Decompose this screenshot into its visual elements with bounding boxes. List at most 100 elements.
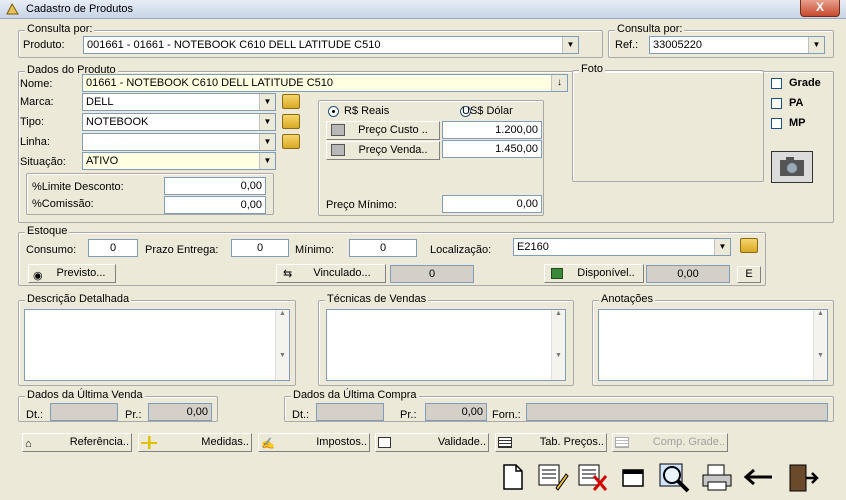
referencia-label: Referência.. (69, 436, 129, 448)
grade-label: Grade (789, 77, 821, 89)
e-button[interactable]: E (737, 266, 761, 283)
chevron-down-icon[interactable]: ▼ (259, 94, 275, 110)
anotacoes-scrollbar[interactable]: ▲ ▼ (813, 310, 827, 380)
chevron-down-icon[interactable]: ▼ (259, 153, 275, 169)
arrow-down-icon[interactable]: ↓ (551, 75, 567, 91)
marca-folder-icon[interactable] (282, 94, 300, 109)
prazo-input[interactable]: 0 (231, 239, 289, 257)
validade-button[interactable]: Validade.. (375, 433, 489, 452)
venda-pr-label: Pr.: (125, 409, 142, 421)
title-bar: Cadastro de Produtos X (0, 0, 846, 19)
previsto-button[interactable]: ◉ Previsto... (28, 264, 116, 283)
chevron-down-icon[interactable]: ▼ (714, 239, 730, 255)
medidas-button[interactable]: Medidas.. (138, 433, 252, 452)
compra-pr-value: 0,00 (425, 403, 487, 421)
produto-select-value: 001661 - 01661 - NOTEBOOK C610 DELL LATI… (87, 39, 381, 51)
ref-group: Consulta por: Ref.: 33005220 ▼ (608, 23, 834, 58)
referencia-button[interactable]: ⌂ Referência.. (22, 433, 132, 452)
medidas-label: Medidas.. (201, 436, 249, 448)
tipo-select-value: NOTEBOOK (86, 116, 149, 128)
anotacoes-textarea[interactable]: ▲ ▼ (598, 309, 828, 381)
calculator-icon (331, 144, 345, 156)
search-icon[interactable] (658, 462, 692, 494)
enter-arrow-icon[interactable] (742, 466, 776, 488)
comp-grade-label: Comp. Grade.. (652, 436, 725, 448)
comissao-input[interactable]: 0,00 (164, 196, 266, 214)
vinculado-label: Vinculado... (313, 267, 371, 279)
dolar-label: US$ Dólar (462, 105, 513, 117)
limite-input[interactable]: 0,00 (164, 177, 266, 195)
anotacoes-label: Anotações (599, 293, 655, 305)
close-button[interactable]: X (800, 0, 840, 17)
calendar-icon (378, 437, 391, 448)
linha-folder-icon[interactable] (282, 134, 300, 149)
nome-input[interactable]: 01661 - NOTEBOOK C610 DELL LATITUDE C510… (82, 74, 568, 92)
marca-label: Marca: (20, 96, 54, 108)
consumo-label: Consumo: (26, 244, 77, 256)
preco-minimo-input[interactable]: 0,00 (442, 195, 542, 213)
reais-radio[interactable] (328, 106, 339, 117)
vinculado-button[interactable]: ⇆ Vinculado... (276, 264, 386, 283)
venda-dt-label: Dt.: (26, 409, 44, 421)
preco-custo-button[interactable]: Preço Custo .. (326, 121, 440, 140)
camera-button[interactable] (771, 151, 813, 183)
produto-select[interactable]: 001661 - 01661 - NOTEBOOK C610 DELL LATI… (83, 36, 579, 54)
window-icon[interactable] (620, 464, 648, 490)
preco-venda-input[interactable]: 1.450,00 (442, 140, 542, 158)
estoque-minimo-input[interactable]: 0 (349, 239, 417, 257)
ref-select[interactable]: 33005220 ▼ (649, 36, 825, 54)
grade-checkbox[interactable] (771, 78, 782, 89)
limite-label: %Limite Desconto: (32, 181, 124, 193)
tab-precos-button[interactable]: Tab. Preços.. (495, 433, 607, 452)
new-document-icon[interactable] (500, 462, 526, 492)
preco-custo-input[interactable]: 1.200,00 (442, 121, 542, 139)
preco-custo-label: Preço Custo .. (358, 124, 428, 136)
mp-checkbox[interactable] (771, 118, 782, 129)
consulta-group-label: Consulta por: (25, 23, 95, 35)
chevron-down-icon[interactable]: ▼ (808, 37, 824, 53)
tecnicas-scrollbar[interactable]: ▲ ▼ (551, 310, 565, 380)
chevron-down-icon[interactable]: ▼ (562, 37, 578, 53)
tecnicas-textarea[interactable]: ▲ ▼ (326, 309, 566, 381)
forn-value (526, 403, 828, 421)
printer-icon[interactable] (700, 462, 734, 492)
impostos-button[interactable]: ✍ Impostos.. (258, 433, 370, 452)
consumo-input[interactable]: 0 (88, 239, 138, 257)
preco-venda-label: Preço Venda.. (358, 144, 428, 156)
forn-label: Forn.: (492, 409, 521, 421)
app-icon (6, 3, 19, 15)
descricao-textarea[interactable]: ▲ ▼ (24, 309, 290, 381)
exit-door-icon[interactable] (786, 462, 820, 494)
edit-icon[interactable] (536, 462, 570, 492)
comp-grade-button[interactable]: Comp. Grade.. (612, 433, 728, 452)
marca-select[interactable]: DELL ▼ (82, 93, 276, 111)
house-icon: ⌂ (25, 438, 32, 450)
localizacao-folder-icon[interactable] (740, 238, 758, 253)
comissao-label: %Comissão: (32, 198, 94, 210)
consulta-group: Consulta por: Produto: 001661 - 01661 - … (18, 23, 603, 58)
tipo-folder-icon[interactable] (282, 114, 300, 129)
preco-venda-button[interactable]: Preço Venda.. (326, 141, 440, 160)
disponivel-label: Disponível.. (577, 267, 635, 279)
impostos-label: Impostos.. (316, 436, 367, 448)
tax-icon: ✍ (261, 438, 275, 450)
tipo-label: Tipo: (20, 116, 45, 128)
tipo-select[interactable]: NOTEBOOK ▼ (82, 113, 276, 131)
tab-precos-label: Tab. Preços.. (539, 436, 604, 448)
disponivel-button[interactable]: Disponível.. (544, 264, 644, 283)
delete-icon[interactable] (576, 462, 610, 492)
chevron-down-icon[interactable]: ▼ (259, 114, 275, 130)
camera-icon (780, 157, 804, 176)
descricao-scrollbar[interactable]: ▲ ▼ (275, 310, 289, 380)
chevron-down-icon[interactable]: ▼ (259, 134, 275, 150)
situacao-select-value: ATIVO (86, 155, 119, 167)
localizacao-select[interactable]: E2160 ▼ (513, 238, 731, 256)
venda-dt-value (50, 403, 118, 421)
situacao-select[interactable]: ATIVO ▼ (82, 152, 276, 170)
linha-select[interactable]: ▼ (82, 133, 276, 151)
pa-checkbox[interactable] (771, 98, 782, 109)
estoque-minimo-label: Mínimo: (295, 244, 335, 256)
localizacao-label: Localização: (430, 244, 492, 256)
nome-input-value: 01661 - NOTEBOOK C610 DELL LATITUDE C510 (86, 77, 333, 89)
link-icon: ⇆ (283, 268, 293, 280)
